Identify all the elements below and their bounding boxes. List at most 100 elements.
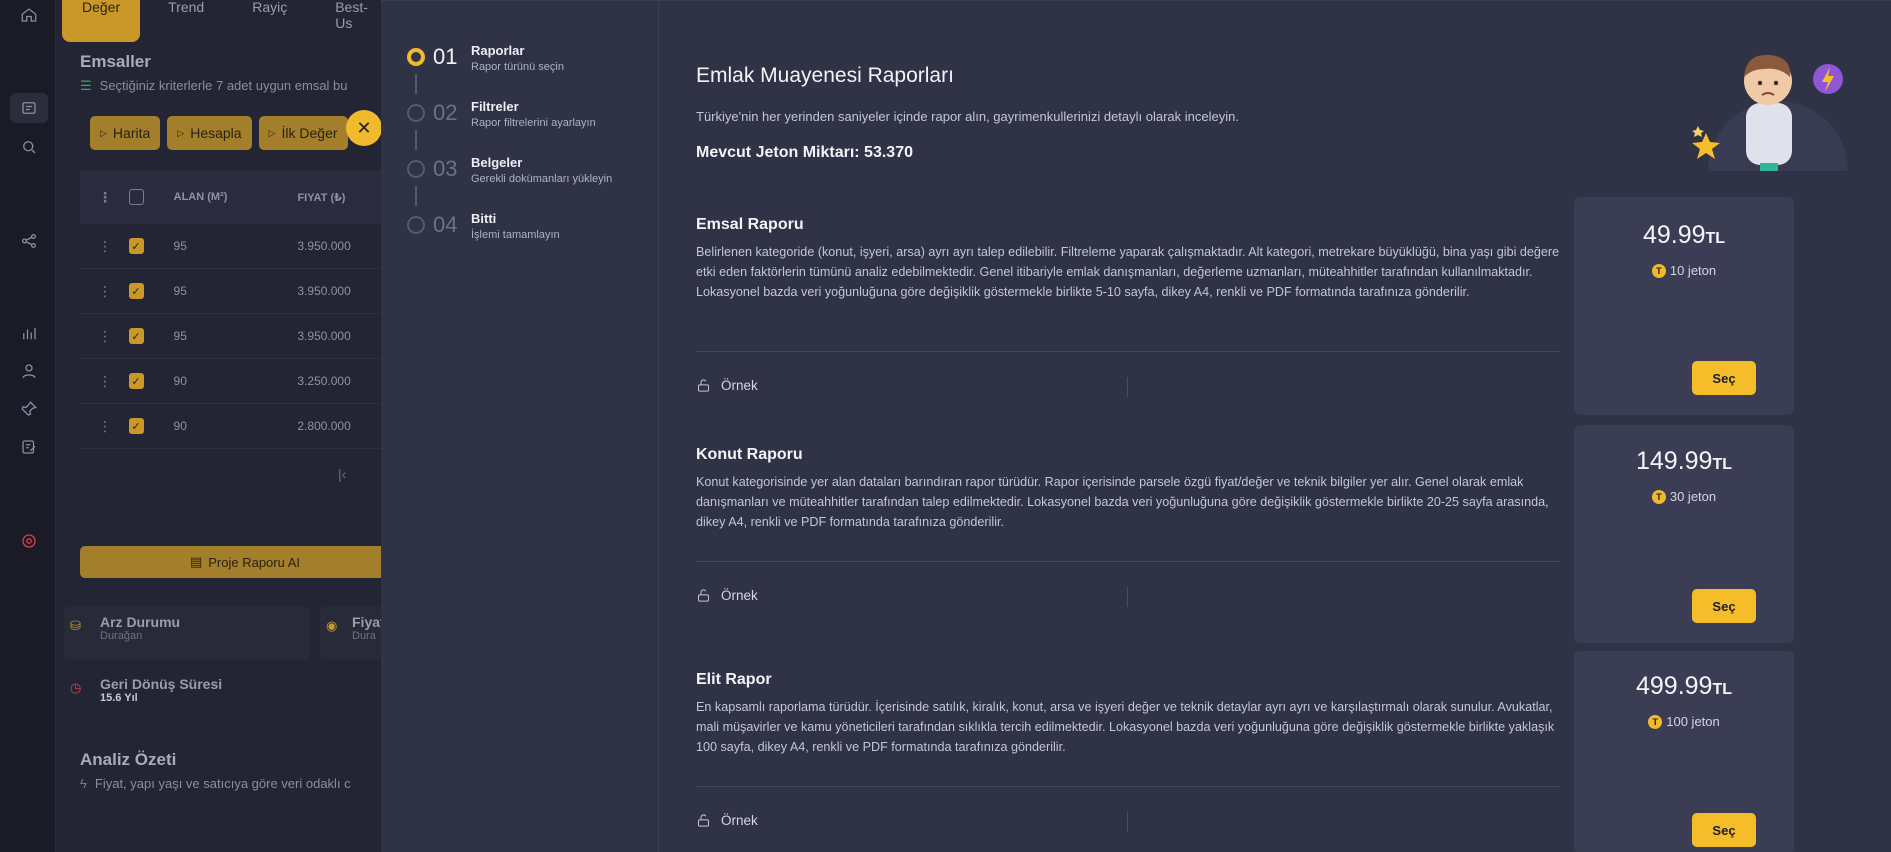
select-elit-button[interactable]: Seç [1692, 813, 1756, 847]
document-icon: ▤ [189, 554, 203, 569]
cell-alan: 90 [173, 419, 187, 433]
step-belgeler[interactable]: 03 Belgeler Gerekli dokümanları yükleyin [407, 155, 612, 185]
jeton-value: 53.370 [864, 144, 913, 161]
emsaller-subtitle-text: Seçtiğiniz kriterlerle 7 adet uygun emsa… [99, 78, 348, 93]
select-all-checkbox[interactable] [128, 189, 144, 205]
report-description: En kapsamlı raporlama türüdür. İçerisind… [696, 700, 1555, 754]
more-vertical-icon[interactable]: ⋮ [98, 283, 121, 300]
tab-rayic[interactable]: Rayiç [232, 0, 307, 42]
step-raporlar[interactable]: 01 Raporlar Rapor türünü seçin [407, 43, 564, 73]
ilk-deger-button[interactable]: ▷ İlk Değer [258, 116, 348, 150]
coin-icon: T [1651, 263, 1666, 278]
table-row[interactable]: ⋮ ✓ 95 3.950.000 [80, 269, 386, 314]
step-number: 03 [433, 156, 458, 181]
row-checkbox[interactable]: ✓ [128, 283, 144, 299]
step-desc: Rapor türünü seçin [471, 61, 564, 73]
row-checkbox[interactable]: ✓ [128, 328, 144, 344]
modal-title: Emlak Muayenesi Raporları [696, 64, 954, 87]
select-emsal-button[interactable]: Seç [1692, 361, 1756, 395]
ornek-label: Örnek [721, 813, 758, 828]
first-page-icon[interactable]: |‹ [338, 466, 346, 482]
background-page: Değer Trend Rayiç Best-Us Emsaller ☰ Seç… [56, 0, 386, 852]
more-vertical-icon[interactable]: ⋮ [98, 189, 121, 206]
more-vertical-icon[interactable]: ⋮ [98, 373, 121, 390]
step-filtreler[interactable]: 02 Filtreler Rapor filtrelerini ayarlayı… [407, 99, 596, 129]
row-checkbox[interactable]: ✓ [128, 373, 144, 389]
step-desc: Rapor filtrelerini ayarlayın [471, 117, 596, 129]
table-row[interactable]: ⋮ ✓ 95 3.950.000 [80, 224, 386, 269]
report-icon[interactable] [10, 93, 48, 123]
proje-raporu-label: Proje Raporu AI [208, 554, 301, 570]
more-vertical-icon[interactable]: ⋮ [98, 238, 121, 255]
divider [696, 351, 1560, 352]
user-icon[interactable] [18, 360, 40, 382]
step-connector [415, 130, 417, 150]
price-card-konut: 149.99TL T 30 jeton Seç [1574, 425, 1794, 643]
coin-icon: T [1651, 489, 1666, 504]
edit-list-icon[interactable] [18, 436, 40, 458]
arz-durumu-card: ⛁ Arz Durumu Durağan [64, 606, 310, 660]
step-bitti[interactable]: 04 Bitti İşlemi tamamlayın [407, 211, 560, 241]
divider [1127, 587, 1128, 607]
price-value: 49.99 [1642, 221, 1706, 249]
play-icon: ▷ [100, 127, 107, 138]
step-text: Raporlar Rapor türünü seçin [471, 43, 564, 73]
arz-durumu-value: Durağan [100, 630, 143, 642]
price-amount: 149.99TL [1574, 447, 1794, 476]
cell-fiyat: 2.800.000 [297, 419, 351, 433]
analiz-ozeti-text: Fiyat, yapı yaşı ve satıcıya göre veri o… [94, 776, 351, 791]
select-konut-button[interactable]: Seç [1692, 589, 1756, 623]
geri-donus-card: ◷ Geri Dönüş Süresi 15.6 Yıl [64, 668, 386, 718]
step-title: Bitti [471, 211, 497, 226]
step-number: 01 [433, 44, 458, 69]
step-text: Belgeler Gerekli dokümanları yükleyin [471, 155, 612, 185]
report-modal: 01 Raporlar Rapor türünü seçin 02 Filtre… [381, 0, 1891, 852]
harita-button[interactable]: ▷ Harita [90, 116, 161, 150]
jeton-cost: 100 jeton [1666, 714, 1720, 729]
table-row[interactable]: ⋮ ✓ 90 2.800.000 [80, 404, 386, 449]
tab-deger[interactable]: Değer [62, 0, 141, 42]
unlock-icon [698, 379, 709, 392]
step-indicator [407, 216, 425, 234]
hand-coin-icon: ⛁ [70, 618, 81, 633]
cell-alan: 90 [173, 374, 187, 388]
search-zoom-icon[interactable] [18, 136, 40, 158]
step-number: 04 [433, 212, 458, 237]
cell-fiyat: 3.250.000 [297, 374, 351, 388]
price-value: 499.99 [1635, 672, 1713, 700]
table-row[interactable]: ⋮ ✓ 95 3.950.000 [80, 314, 386, 359]
more-vertical-icon[interactable]: ⋮ [98, 328, 121, 345]
close-icon[interactable]: ✕ [346, 110, 382, 146]
hesapla-button[interactable]: ▷ Hesapla [167, 116, 252, 150]
coin-icon: ◉ [326, 618, 338, 633]
ornek-link[interactable]: Örnek [696, 588, 758, 603]
step-indicator [407, 104, 425, 122]
share-icon[interactable] [18, 230, 40, 252]
more-vertical-icon[interactable]: ⋮ [98, 418, 121, 435]
support-icon[interactable] [18, 530, 40, 552]
ornek-link[interactable]: Örnek [696, 378, 758, 393]
cell-fiyat: 3.950.000 [297, 329, 351, 343]
ornek-link[interactable]: Örnek [696, 813, 758, 828]
fiyat-card: ◉ Fiyat Dura [320, 606, 386, 660]
price-card-emsal: 49.99TL T 10 jeton Seç [1574, 197, 1794, 415]
row-checkbox[interactable]: ✓ [128, 238, 144, 254]
row-checkbox[interactable]: ✓ [128, 418, 144, 434]
price-jeton: T 30 jeton [1574, 489, 1794, 504]
home-icon[interactable] [18, 4, 40, 26]
modal-content: Emlak Muayenesi Raporları Türkiye'nin he… [696, 1, 1891, 852]
modal-description: Türkiye'nin her yerinden saniyeler içind… [696, 109, 1239, 124]
jeton-label: Mevcut Jeton Miktarı: [696, 144, 860, 161]
play-icon: ▷ [177, 127, 185, 138]
tab-trend[interactable]: Trend [148, 0, 224, 42]
pin-icon[interactable] [18, 398, 40, 420]
step-connector [415, 74, 417, 94]
table-row[interactable]: ⋮ ✓ 90 3.250.000 [80, 359, 386, 404]
column-header-fiyat[interactable]: FIYAT (₺) [297, 191, 386, 204]
cell-alan: 95 [173, 284, 187, 298]
column-header-alan[interactable]: ALAN (M²) [174, 191, 298, 203]
tab-best-us[interactable]: Best-Us [315, 0, 386, 42]
chart-icon[interactable] [18, 323, 40, 345]
proje-raporu-button[interactable]: ▤ Proje Raporu AI [80, 546, 386, 578]
step-text: Filtreler Rapor filtrelerini ayarlayın [471, 99, 596, 129]
